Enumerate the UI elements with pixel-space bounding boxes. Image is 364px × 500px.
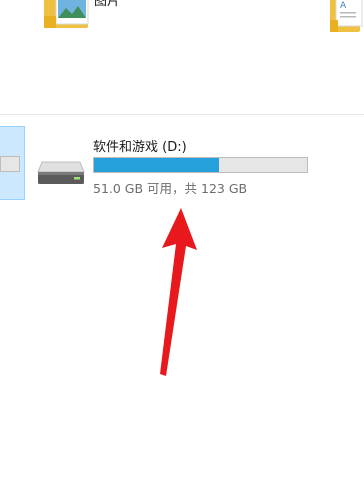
selected-drive-usage-bar	[0, 156, 20, 172]
drive-usage-bar	[93, 157, 308, 173]
pictures-folder[interactable]	[40, 0, 90, 32]
hard-drive-icon	[37, 161, 85, 184]
document-folder-icon: A	[330, 0, 363, 32]
drive-title: 软件和游戏 (D:)	[93, 140, 187, 155]
red-arrow-icon	[160, 208, 197, 376]
this-pc-window: 图片 A 软件和游戏 (D:) 51.0 GB 可用，共 123 GB	[0, 0, 364, 500]
svg-text:A: A	[340, 1, 347, 11]
pictures-folder-label: 图片	[94, 0, 121, 9]
drive-d-tile[interactable]: 软件和游戏 (D:) 51.0 GB 可用，共 123 GB	[30, 130, 330, 202]
documents-folder[interactable]: A	[330, 0, 364, 36]
drive-usage-fill	[94, 158, 219, 172]
drive-free-space: 51.0 GB 可用，共 123 GB	[93, 181, 248, 196]
section-divider	[0, 114, 364, 115]
picture-folder-icon	[44, 0, 89, 28]
